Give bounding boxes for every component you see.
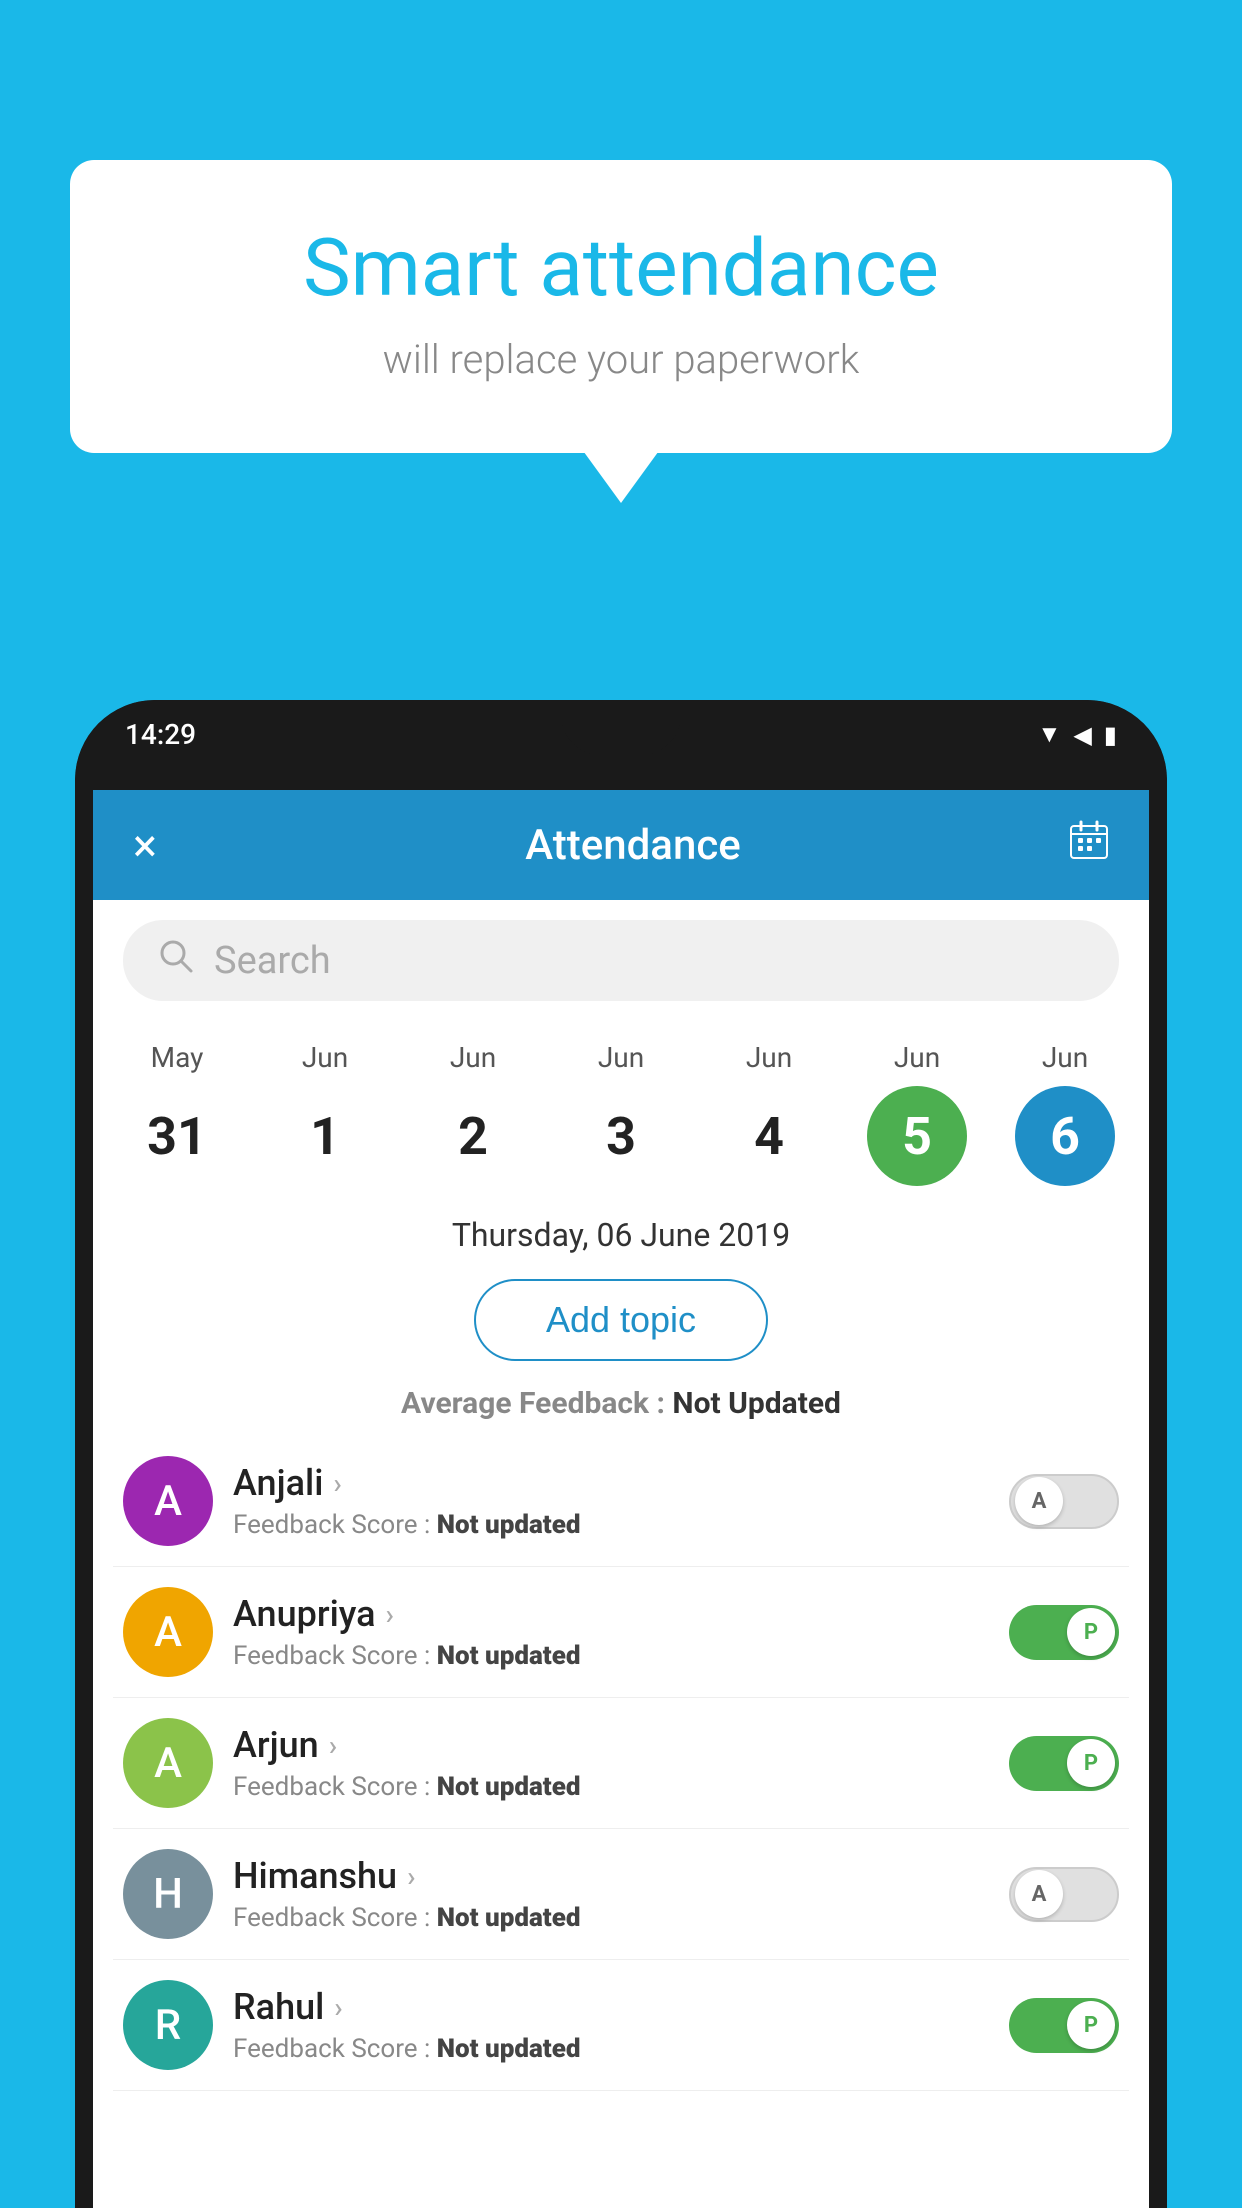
chevron-icon-0: ›	[333, 1467, 341, 1500]
student-avatar-4: R	[123, 1980, 213, 2070]
calendar-button[interactable]	[1069, 820, 1109, 870]
bubble-title: Smart attendance	[150, 220, 1092, 316]
avg-feedback-label: Average Feedback :	[401, 1386, 672, 1421]
student-feedback-0: Feedback Score : Not updated	[233, 1510, 989, 1540]
toggle-3[interactable]: A	[1009, 1867, 1119, 1922]
student-avatar-3: H	[123, 1849, 213, 1939]
speech-bubble-container: Smart attendance will replace your paper…	[70, 160, 1172, 453]
toggle-knob-4: P	[1067, 2001, 1115, 2049]
toggle-container-3[interactable]: A	[1009, 1867, 1119, 1922]
close-button[interactable]: ×	[133, 819, 157, 872]
student-info-3[interactable]: Himanshu › Feedback Score : Not updated	[233, 1855, 989, 1933]
toggle-4[interactable]: P	[1009, 1998, 1119, 2053]
student-avatar-2: A	[123, 1718, 213, 1808]
student-feedback-1: Feedback Score : Not updated	[233, 1641, 989, 1671]
phone-screen: × Attendance	[93, 790, 1149, 2208]
student-item-1: A Anupriya › Feedback Score : Not updated P	[113, 1567, 1129, 1698]
status-icons: ▼ ◀ ▮	[1038, 720, 1117, 749]
date-picker-row: May 31 Jun 1 Jun 2 Jun 3 Jun 4 Jun 5 Jun 6	[93, 1021, 1149, 1186]
date-item-6[interactable]: Jun 6	[1005, 1041, 1125, 1186]
student-name-4: Rahul ›	[233, 1986, 989, 2028]
date-num-5: 5	[867, 1086, 967, 1186]
search-icon	[158, 938, 194, 983]
date-item-0[interactable]: May 31	[117, 1041, 237, 1186]
date-num-1: 1	[275, 1086, 375, 1186]
student-name-2: Arjun ›	[233, 1724, 989, 1766]
date-num-4: 4	[719, 1086, 819, 1186]
student-info-2[interactable]: Arjun › Feedback Score : Not updated	[233, 1724, 989, 1802]
date-month-6: Jun	[1042, 1041, 1088, 1074]
signal-icon: ◀	[1073, 721, 1091, 749]
phone-notch: 14:29 ▼ ◀ ▮	[75, 700, 1167, 790]
toggle-container-4[interactable]: P	[1009, 1998, 1119, 2053]
student-item-3: H Himanshu › Feedback Score : Not updated A	[113, 1829, 1129, 1960]
bubble-subtitle: will replace your paperwork	[150, 336, 1092, 383]
avg-feedback: Average Feedback : Not Updated	[93, 1371, 1149, 1436]
search-placeholder: Search	[214, 939, 331, 983]
student-name-0: Anjali ›	[233, 1462, 989, 1504]
date-item-5[interactable]: Jun 5	[857, 1041, 977, 1186]
student-avatar-1: A	[123, 1587, 213, 1677]
speech-bubble: Smart attendance will replace your paper…	[70, 160, 1172, 453]
student-avatar-0: A	[123, 1456, 213, 1546]
chevron-icon-1: ›	[386, 1598, 394, 1631]
chevron-icon-3: ›	[407, 1860, 415, 1893]
add-topic-button[interactable]: Add topic	[474, 1279, 768, 1361]
toggle-container-1[interactable]: P	[1009, 1605, 1119, 1660]
date-item-3[interactable]: Jun 3	[561, 1041, 681, 1186]
toggle-container-2[interactable]: P	[1009, 1736, 1119, 1791]
student-item-2: A Arjun › Feedback Score : Not updated P	[113, 1698, 1129, 1829]
student-list: AAnjali ›Feedback Score : Not updatedAAA…	[93, 1436, 1149, 2091]
toggle-knob-1: P	[1067, 1608, 1115, 1656]
student-info-0[interactable]: Anjali › Feedback Score : Not updated	[233, 1462, 989, 1540]
phone-frame: 14:29 ▼ ◀ ▮ × Attendance	[75, 700, 1167, 2208]
header-title: Attendance	[197, 821, 1069, 870]
student-item-4: R Rahul › Feedback Score : Not updated P	[113, 1960, 1129, 2091]
app-header: × Attendance	[93, 790, 1149, 900]
search-bar[interactable]: Search	[123, 920, 1119, 1001]
date-num-3: 3	[571, 1086, 671, 1186]
date-month-4: Jun	[746, 1041, 792, 1074]
chevron-icon-4: ›	[334, 1991, 342, 2024]
student-item-0: A Anjali › Feedback Score : Not updated A	[113, 1436, 1129, 1567]
date-num-6: 6	[1015, 1086, 1115, 1186]
status-bar: 14:29 ▼ ◀ ▮	[125, 718, 1117, 751]
date-month-0: May	[151, 1041, 204, 1074]
selected-date-label: Thursday, 06 June 2019	[93, 1186, 1149, 1269]
chevron-icon-2: ›	[329, 1729, 337, 1762]
toggle-container-0[interactable]: A	[1009, 1474, 1119, 1529]
date-month-5: Jun	[894, 1041, 940, 1074]
date-item-1[interactable]: Jun 1	[265, 1041, 385, 1186]
battery-icon: ▮	[1104, 721, 1117, 749]
student-feedback-2: Feedback Score : Not updated	[233, 1772, 989, 1802]
student-info-4[interactable]: Rahul › Feedback Score : Not updated	[233, 1986, 989, 2064]
student-name-3: Himanshu ›	[233, 1855, 989, 1897]
date-item-2[interactable]: Jun 2	[413, 1041, 533, 1186]
date-month-1: Jun	[302, 1041, 348, 1074]
date-num-0: 31	[127, 1086, 227, 1186]
date-num-2: 2	[423, 1086, 523, 1186]
wifi-icon: ▼	[1038, 720, 1062, 749]
student-feedback-3: Feedback Score : Not updated	[233, 1903, 989, 1933]
toggle-knob-2: P	[1067, 1739, 1115, 1787]
toggle-knob-3: A	[1015, 1870, 1063, 1918]
toggle-0[interactable]: A	[1009, 1474, 1119, 1529]
toggle-2[interactable]: P	[1009, 1736, 1119, 1791]
date-month-2: Jun	[450, 1041, 496, 1074]
status-time: 14:29	[125, 718, 196, 751]
toggle-1[interactable]: P	[1009, 1605, 1119, 1660]
student-name-1: Anupriya ›	[233, 1593, 989, 1635]
avg-feedback-value: Not Updated	[672, 1386, 841, 1421]
date-item-4[interactable]: Jun 4	[709, 1041, 829, 1186]
toggle-knob-0: A	[1015, 1477, 1063, 1525]
student-feedback-4: Feedback Score : Not updated	[233, 2034, 989, 2064]
student-info-1[interactable]: Anupriya › Feedback Score : Not updated	[233, 1593, 989, 1671]
date-month-3: Jun	[598, 1041, 644, 1074]
